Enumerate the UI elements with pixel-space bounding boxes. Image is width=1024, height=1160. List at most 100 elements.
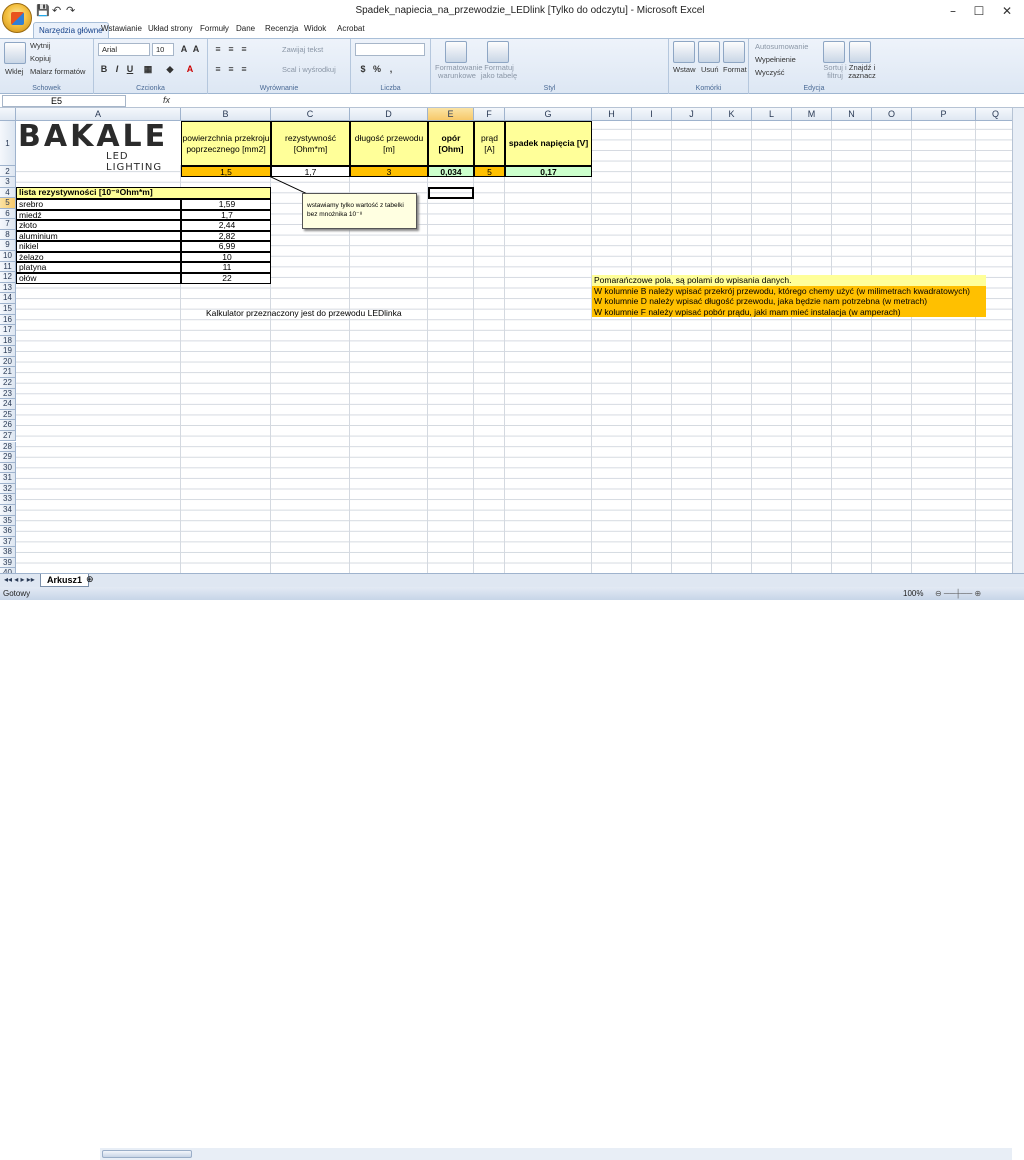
metal-name[interactable]: złoto: [16, 220, 181, 231]
insert-cells-icon[interactable]: [673, 41, 695, 63]
vertical-scrollbar[interactable]: [1012, 108, 1024, 573]
paste-button[interactable]: Wklej: [5, 67, 23, 76]
wrap-text-button[interactable]: Zawijaj tekst: [282, 45, 323, 54]
column-header-b[interactable]: B: [181, 108, 271, 121]
input-resistivity[interactable]: 1,7: [271, 166, 350, 177]
row-header-11[interactable]: 11: [0, 261, 16, 273]
result-resistance[interactable]: 0,034: [428, 166, 474, 177]
delete-cells-button[interactable]: Usuń: [701, 65, 719, 74]
row-header-35[interactable]: 35: [0, 515, 16, 527]
row-header-19[interactable]: 19: [0, 346, 16, 357]
column-header-g[interactable]: G: [505, 108, 592, 121]
metal-name[interactable]: nikiel: [16, 241, 181, 252]
header-voltage-drop[interactable]: spadek napięcia [V]: [505, 121, 592, 166]
row-header-21[interactable]: 21: [0, 367, 16, 379]
column-header-k[interactable]: K: [712, 108, 752, 121]
office-button[interactable]: [2, 3, 32, 33]
maximize-button[interactable]: ☐: [966, 2, 992, 20]
column-header-n[interactable]: N: [832, 108, 872, 121]
note-line-3[interactable]: W kolumnie D należy wpisać długość przew…: [592, 296, 986, 307]
tab-data[interactable]: Dane: [236, 24, 255, 33]
metal-name[interactable]: aluminium: [16, 230, 181, 242]
row-header-22[interactable]: 22: [0, 378, 16, 389]
row-header-27[interactable]: 27: [0, 430, 16, 442]
row-header-15[interactable]: 15: [0, 303, 16, 315]
metal-resistivity[interactable]: 1,59: [181, 199, 271, 210]
undo-icon[interactable]: ↶: [52, 4, 61, 18]
row-header-33[interactable]: 33: [0, 494, 16, 505]
row-header-23[interactable]: 23: [0, 388, 16, 400]
font-name-select[interactable]: Arial: [98, 43, 150, 56]
metal-resistivity[interactable]: 22: [181, 273, 271, 284]
row-header-4[interactable]: 4: [0, 187, 16, 199]
calculator-note[interactable]: Kalkulator przeznaczony jest do przewodu…: [206, 308, 402, 318]
metal-name[interactable]: miedź: [16, 209, 181, 221]
column-header-o[interactable]: O: [872, 108, 912, 121]
number-format-select[interactable]: [355, 43, 425, 56]
font-size-select[interactable]: 10: [152, 43, 174, 56]
row-header-13[interactable]: 13: [0, 282, 16, 294]
active-cell-e5[interactable]: [428, 187, 474, 199]
row-header-32[interactable]: 32: [0, 483, 16, 495]
align-top-icon[interactable]: ≡: [212, 43, 224, 55]
grow-font-icon[interactable]: A: [178, 43, 190, 55]
metal-name[interactable]: srebro: [16, 199, 181, 210]
row-header-14[interactable]: 14: [0, 293, 16, 304]
row-header-28[interactable]: 28: [0, 441, 16, 453]
sort-filter-icon[interactable]: [823, 41, 845, 63]
row-header-9[interactable]: 9: [0, 240, 16, 252]
align-center-icon[interactable]: ≡: [225, 63, 237, 75]
column-header-h[interactable]: H: [592, 108, 632, 121]
autosum-button[interactable]: Autosumowanie: [755, 42, 808, 51]
horizontal-scroll-thumb[interactable]: [102, 1150, 192, 1158]
input-area[interactable]: 1,5: [181, 166, 271, 177]
align-middle-icon[interactable]: ≡: [225, 43, 237, 55]
metal-resistivity[interactable]: 2,82: [181, 230, 271, 242]
metal-resistivity[interactable]: 2,44: [181, 220, 271, 231]
column-header-i[interactable]: I: [632, 108, 672, 121]
row-header-26[interactable]: 26: [0, 420, 16, 431]
tab-review[interactable]: Recenzja: [265, 24, 298, 33]
format-cells-button[interactable]: Format: [723, 65, 747, 74]
row-header-20[interactable]: 20: [0, 356, 16, 368]
metal-name[interactable]: żelazo: [16, 251, 181, 263]
name-box[interactable]: E5: [2, 95, 126, 107]
sheet-nav-arrows-icon[interactable]: ◂◂ ◂ ▸ ▸▸: [4, 575, 35, 584]
metal-name[interactable]: ołów: [16, 273, 181, 284]
row-header-2[interactable]: 2: [0, 166, 16, 177]
row-header-5[interactable]: 5: [0, 198, 16, 209]
close-button[interactable]: ✕: [994, 2, 1020, 20]
column-header-l[interactable]: L: [752, 108, 792, 121]
header-resistivity[interactable]: rezystywność [Ohm*m]: [271, 121, 350, 166]
save-icon[interactable]: 💾: [36, 4, 50, 18]
metal-resistivity[interactable]: 6,99: [181, 241, 271, 252]
comma-icon[interactable]: ,: [385, 63, 397, 75]
format-painter-button[interactable]: Malarz formatów: [30, 67, 85, 76]
insert-cells-button[interactable]: Wstaw: [673, 65, 696, 74]
tab-home[interactable]: Narzędzia główne: [33, 22, 109, 39]
row-header-25[interactable]: 25: [0, 409, 16, 421]
metal-resistivity[interactable]: 11: [181, 262, 271, 274]
find-select-button[interactable]: Znajdź i zaznacz: [847, 64, 877, 80]
row-header-36[interactable]: 36: [0, 526, 16, 537]
bold-icon[interactable]: B: [98, 63, 110, 75]
cell-area[interactable]: BAKALE LED LIGHTING powierzchnia przekro…: [16, 119, 1024, 573]
tab-view[interactable]: Widok: [304, 24, 326, 33]
align-left-icon[interactable]: ≡: [212, 63, 224, 75]
zoom-slider[interactable]: ⊖ ──┼── ⊕: [935, 587, 981, 600]
row-header-7[interactable]: 7: [0, 219, 16, 230]
row-header-39[interactable]: 39: [0, 557, 16, 569]
column-header-j[interactable]: J: [672, 108, 712, 121]
merge-center-button[interactable]: Scal i wyśrodkuj: [282, 65, 336, 74]
delete-cells-icon[interactable]: [698, 41, 720, 63]
resistivity-title[interactable]: lista rezystywności [10⁻⁸Ohm*m]: [16, 187, 271, 199]
font-color-icon[interactable]: A: [184, 63, 196, 75]
new-sheet-icon[interactable]: ⊕: [86, 574, 94, 585]
row-header-18[interactable]: 18: [0, 335, 16, 347]
metal-resistivity[interactable]: 1,7: [181, 209, 271, 221]
note-line-1[interactable]: Pomarańczowe pola, są polami do wpisania…: [592, 275, 986, 286]
conditional-formatting-button[interactable]: Formatowanie warunkowe: [435, 64, 483, 80]
column-header-e[interactable]: E: [428, 108, 474, 121]
align-bottom-icon[interactable]: ≡: [238, 43, 250, 55]
row-header-30[interactable]: 30: [0, 462, 16, 474]
